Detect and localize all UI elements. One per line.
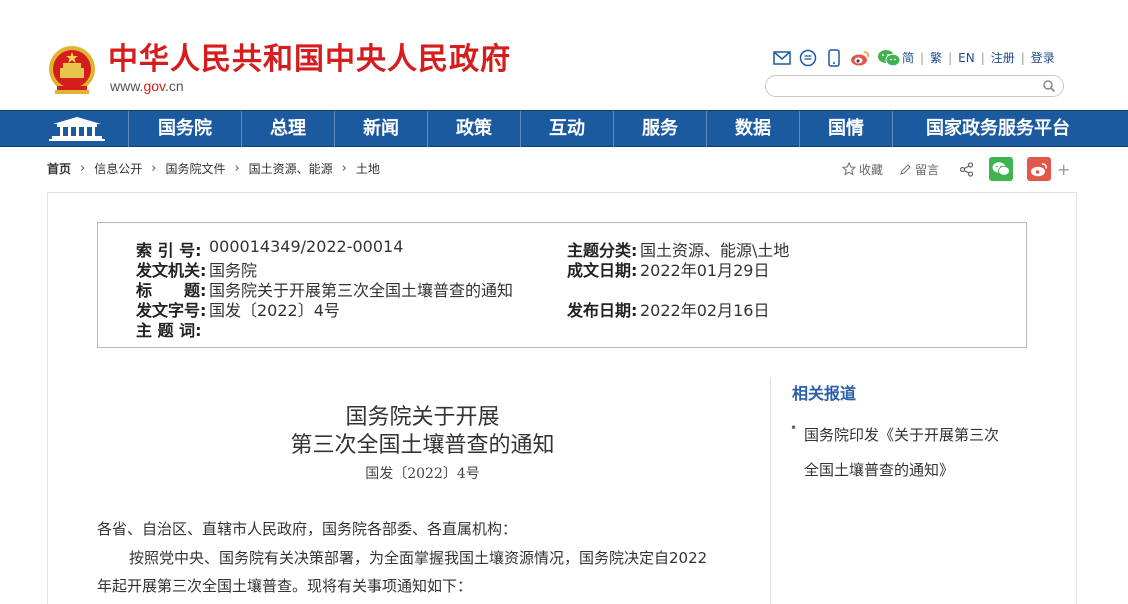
comment-button[interactable]: 留言 — [899, 161, 939, 178]
national-emblem-icon — [49, 46, 95, 94]
nav-item-premier[interactable]: 总理 — [242, 111, 334, 147]
traditional-chinese-link[interactable]: 繁 — [928, 49, 944, 67]
search-input[interactable] — [776, 78, 1036, 94]
document-metadata-table: 索 引 号: 000014349/2022-00014 主题分类: 国土资源、能… — [97, 222, 1027, 348]
document-salutation: 各省、自治区、直辖市人民政府，国务院各部委、各直属机构： — [97, 520, 518, 538]
nav-item-policy[interactable]: 政策 — [428, 111, 520, 147]
breadcrumb-land[interactable]: 土地 — [356, 160, 380, 178]
related-report-item[interactable]: • 国务院印发《关于开展第三次 全国土壤普查的通知》 — [790, 418, 1030, 488]
related-reports-title: 相关报道 — [792, 384, 857, 403]
chevron-right-icon: › — [151, 161, 157, 176]
doc-number-value: 国发〔2022〕4号 — [209, 301, 340, 320]
language-account-links: 简 | 繁 | EN | 注册 | 登录 — [900, 49, 1057, 67]
mobile-icon[interactable] — [824, 48, 844, 68]
message-icon[interactable] — [798, 48, 818, 68]
home-building-icon[interactable] — [47, 115, 107, 143]
nav-item-gov-service-platform[interactable]: 国家政务服务平台 — [893, 111, 1103, 147]
site-url: www.gov.cn — [110, 77, 184, 95]
pencil-icon — [900, 163, 911, 175]
breadcrumb-home[interactable]: 首页 — [47, 160, 71, 178]
main-nav: 国务院 总理 新闻 政策 互动 服务 数据 国情 国家政务服务平台 — [0, 110, 1128, 147]
weibo-icon[interactable] — [850, 48, 870, 68]
breadcrumb-info-disclosure[interactable]: 信息公开 — [94, 160, 142, 178]
site-url-domain: gov — [143, 78, 165, 94]
link-separator: | — [920, 51, 925, 65]
favorite-label: 收藏 — [859, 162, 884, 177]
bullet-icon: • — [790, 421, 798, 435]
site-url-suffix: .cn — [165, 78, 184, 94]
weibo-icon — [1031, 162, 1047, 176]
share-icon — [959, 161, 974, 177]
nav-item-news[interactable]: 新闻 — [335, 111, 427, 147]
index-number-value: 000014349/2022-00014 — [209, 237, 404, 256]
login-link[interactable]: 登录 — [1029, 49, 1057, 67]
more-share-icon[interactable]: + — [1057, 160, 1070, 179]
chevron-right-icon: › — [341, 161, 347, 176]
search-box — [765, 75, 1064, 97]
nav-item-state-council[interactable]: 国务院 — [129, 111, 241, 147]
breadcrumb-land-energy[interactable]: 国土资源、能源 — [249, 160, 333, 178]
written-date-label: 成文日期: — [567, 261, 638, 280]
wechat-icon[interactable] — [876, 48, 902, 68]
article-tools: 收藏 留言 + — [842, 157, 1070, 181]
wechat-icon — [992, 162, 1010, 176]
document-number: 国发〔2022〕4号 — [365, 466, 480, 482]
document-paragraph-1-line2: 年起开展第三次全国土壤普查。现将有关事项通知如下： — [97, 577, 473, 595]
nav-item-services[interactable]: 服务 — [614, 111, 706, 147]
share-button[interactable] — [959, 161, 977, 177]
top-icon-bar — [772, 47, 902, 69]
comment-label: 留言 — [915, 162, 940, 177]
link-separator: | — [948, 51, 953, 65]
breadcrumb: 首页 › 信息公开 › 国务院文件 › 国土资源、能源 › 土地 — [47, 160, 380, 178]
related-report-line1: 国务院印发《关于开展第三次 — [804, 426, 1000, 444]
search-icon[interactable] — [1042, 79, 1056, 93]
nav-item-interaction[interactable]: 互动 — [521, 111, 613, 147]
document-paragraph-1-line1: 按照党中央、国务院有关决策部署，为全面掌握我国土壤资源情况，国务院决定自2022 — [129, 549, 708, 567]
site-url-prefix: www. — [110, 78, 144, 94]
document-title-line1: 国务院关于开展 — [345, 405, 500, 430]
favorite-button[interactable]: 收藏 — [842, 161, 883, 178]
site-header: 中华人民共和国中央人民政府 www.gov.cn 简 | 繁 | EN | 注册… — [0, 0, 1128, 110]
share-weibo-button[interactable] — [1027, 157, 1052, 181]
document-title-line2: 第三次全国土壤普查的通知 — [290, 433, 555, 458]
chevron-right-icon: › — [234, 161, 240, 176]
simplified-chinese-link[interactable]: 简 — [900, 49, 916, 67]
nav-item-national-info[interactable]: 国情 — [800, 111, 892, 147]
chevron-right-icon: › — [80, 161, 86, 176]
sidebar-divider — [770, 378, 771, 604]
breadcrumb-state-council-docs[interactable]: 国务院文件 — [165, 160, 225, 178]
mail-icon[interactable] — [772, 48, 792, 68]
register-link[interactable]: 注册 — [989, 49, 1017, 67]
english-link[interactable]: EN — [956, 49, 977, 67]
nav-item-data[interactable]: 数据 — [707, 111, 799, 147]
written-date-value: 2022年01月29日 — [640, 261, 770, 280]
star-icon — [842, 162, 856, 176]
site-title: 中华人民共和国中央人民政府 — [108, 42, 511, 77]
publish-date-label: 发布日期: — [567, 301, 638, 320]
link-separator: | — [1020, 51, 1025, 65]
share-wechat-button[interactable] — [989, 157, 1014, 181]
link-separator: | — [980, 51, 985, 65]
keywords-label: 主 题 词: — [136, 321, 202, 340]
publish-date-value: 2022年02月16日 — [640, 301, 770, 320]
related-report-line2: 全国土壤普查的通知》 — [804, 461, 955, 479]
